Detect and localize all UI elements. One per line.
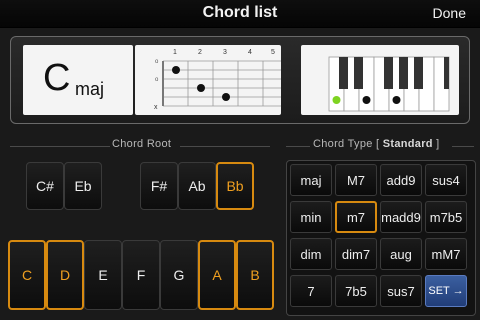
fret-number-5: 5 [271,49,275,56]
chord-type-label-prefix: Chord Type [ [313,138,383,150]
type-button-7[interactable]: 7 [290,275,332,307]
root-key-c[interactable]: C [8,240,46,310]
chord-type-label-suffix: ] [432,138,440,150]
type-button-add9[interactable]: add9 [380,164,422,196]
type-button-m7b5[interactable]: m7b5 [425,201,467,233]
divider [180,146,270,147]
open-string-marker: o [155,59,159,65]
type-button-madd9[interactable]: madd9 [380,201,422,233]
root-key-a[interactable]: A [198,240,236,310]
root-key-bb[interactable]: Bb [216,162,254,210]
type-button-sus7[interactable]: sus7 [380,275,422,307]
type-button-mm7[interactable]: mM7 [425,238,467,270]
root-key-csharp[interactable]: C# [26,162,64,210]
divider [452,146,474,147]
type-button-dim[interactable]: dim [290,238,332,270]
finger-dot [197,84,205,92]
root-key-eb[interactable]: Eb [64,162,102,210]
type-button-aug[interactable]: aug [380,238,422,270]
root-key-ab[interactable]: Ab [178,162,216,210]
root-key-e[interactable]: E [84,240,122,310]
fret-number-1: 1 [173,49,177,56]
root-key-b[interactable]: B [236,240,274,310]
mute-string-marker: x [154,104,158,111]
note-dot [392,96,401,104]
chord-name-display: C maj [23,45,133,115]
page-title: Chord list [202,4,278,21]
chord-quality-text: maj [75,79,105,99]
fret-number-3: 3 [223,49,227,56]
open-string-marker: o [155,77,159,83]
divider [286,146,310,147]
type-button-7b5[interactable]: 7b5 [335,275,377,307]
guitar-fretboard-diagram: 1 2 3 4 5 o o x [135,45,281,115]
chord-preview-panel: C maj 1 2 3 4 5 o o x [10,36,470,124]
chord-root-label: Chord Root [112,138,172,150]
root-note-dot [332,96,341,104]
type-button-min[interactable]: min [290,201,332,233]
fret-number-4: 4 [248,49,252,56]
title-bar: Chord list Done [0,0,480,28]
finger-dot [222,93,230,101]
type-button-dim7[interactable]: dim7 [335,238,377,270]
divider [10,146,110,147]
root-key-d[interactable]: D [46,240,84,310]
fretboard-svg: 1 2 3 4 5 o o x [154,49,281,111]
type-button-m7-major[interactable]: M7 [335,164,377,196]
piano-svg [328,56,450,112]
fret-number-2: 2 [198,49,202,56]
root-key-f[interactable]: F [122,240,160,310]
set-button[interactable]: SET → [425,275,467,307]
type-button-sus4[interactable]: sus4 [425,164,467,196]
chord-type-mode: Standard [382,138,433,150]
type-button-maj[interactable]: maj [290,164,332,196]
note-dot [362,96,371,104]
piano-keyboard-diagram [301,45,459,115]
chord-root-text: C [43,57,71,99]
root-key-fsharp[interactable]: F# [140,162,178,210]
type-button-m7[interactable]: m7 [335,201,377,233]
done-button[interactable]: Done [433,5,466,21]
finger-dot [172,66,180,74]
chord-type-label: Chord Type [ Standard ] [313,138,440,150]
root-key-g[interactable]: G [160,240,198,310]
